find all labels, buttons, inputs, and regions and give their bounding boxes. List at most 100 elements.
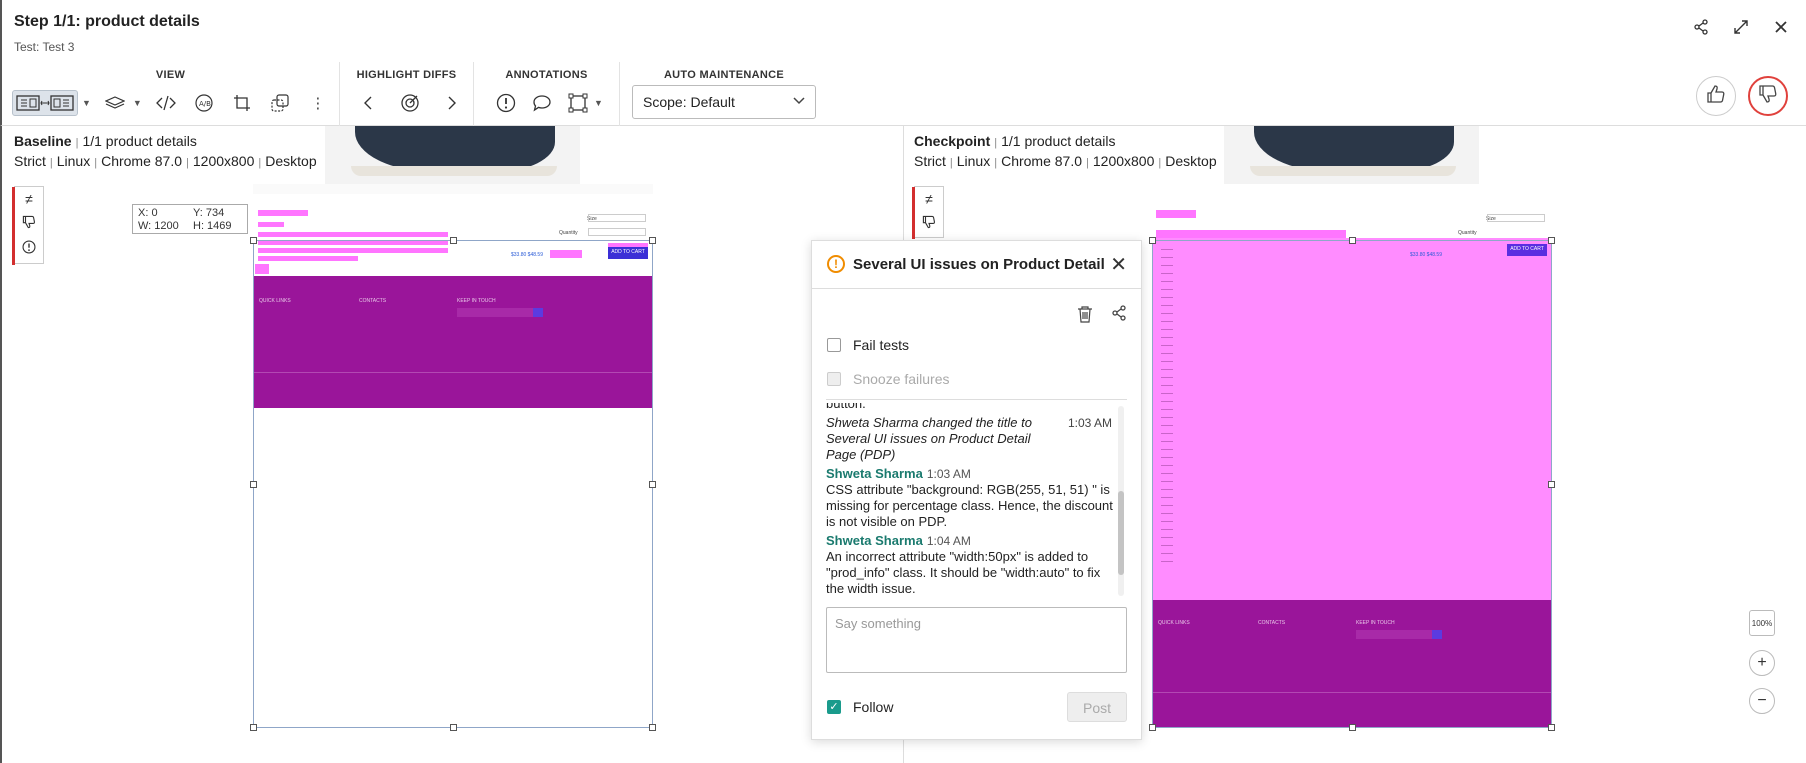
resize-handle[interactable] [1149,237,1156,244]
resize-handle[interactable] [450,724,457,731]
minus-icon: − [1757,692,1767,709]
share-icon[interactable] [1690,16,1712,38]
snooze-option: Snooze failures [827,371,950,387]
layers-icon[interactable] [101,90,129,116]
resize-handle[interactable] [1149,724,1156,731]
coord-y: Y: 734 [193,207,225,219]
scope-value: Scope: Default [643,94,735,110]
code-icon[interactable] [152,90,180,116]
thumbs-down-icon[interactable] [15,212,43,237]
fail-tests-option[interactable]: Fail tests [827,337,909,353]
resize-handle[interactable] [1548,481,1555,488]
zoom-fit-label: 100% [1751,618,1773,628]
diff-highlight [258,222,284,227]
zoom-fit-button[interactable]: 100% [1749,610,1775,636]
issue-title[interactable]: Several UI issues on Product Detail P [853,256,1105,273]
chevron-down-icon[interactable]: ▼ [594,98,603,108]
comment-thread[interactable]: button. Shweta Sharma changed the title … [826,403,1116,597]
system-comment-text: Shweta Sharma changed the title to Sever… [826,415,1032,462]
more-options-icon[interactable]: ⋮ [304,90,332,116]
region-coordinates-tooltip: X: 0 Y: 734 W: 1200 H: 1469 [132,204,248,234]
next-diff-icon[interactable] [438,90,466,116]
checkpoint-match: Strict [914,153,946,169]
chevron-down-icon[interactable]: ▼ [82,98,91,108]
comment-input[interactable]: Say something [826,607,1127,673]
side-by-side-icon[interactable] [12,90,78,116]
follow-option[interactable]: ✓ Follow [827,699,893,715]
follow-checkbox[interactable]: ✓ [827,700,841,714]
checkpoint-device: Desktop [1165,153,1217,169]
expand-icon[interactable] [1730,16,1752,38]
selection-region[interactable] [1152,240,1552,728]
user-comment: Shweta Sharma 1:03 AM CSS attribute "back… [826,466,1116,530]
crop-icon[interactable] [228,90,256,116]
coord-w: W: 1200 [138,220,179,232]
comment-time: 1:03 AM [926,467,971,481]
baseline-info: Baseline | 1/1 product details Strict | Linu… [14,133,317,169]
baseline-side-tools: ≠ [12,186,44,265]
zoom-out-button[interactable]: − [1749,688,1775,714]
baseline-match: Strict [14,153,46,169]
post-button[interactable]: Post [1067,692,1127,722]
highlight-icons [354,90,466,116]
svg-text:A/B: A/B [199,100,211,108]
delete-icon[interactable] [1077,305,1093,328]
resize-handle[interactable] [649,724,656,731]
resize-handle[interactable] [250,481,257,488]
not-equal-icon[interactable]: ≠ [15,187,43,212]
close-icon[interactable]: ✕ [1110,252,1127,277]
resize-handle[interactable] [649,481,656,488]
annotations-label: ANNOTATIONS [505,69,588,81]
issue-icon[interactable] [15,237,43,262]
scrollbar-thumb[interactable] [1118,491,1124,575]
resize-handle[interactable] [450,237,457,244]
resize-handle[interactable] [1548,237,1555,244]
comment-scrollbar[interactable] [1118,406,1124,596]
thumbs-up-button[interactable] [1696,76,1736,116]
chevron-down-icon[interactable]: ▼ [133,98,142,108]
comment-time: 1:04 AM [926,534,971,548]
warning-icon: ! [827,255,845,273]
previous-diff-icon[interactable] [354,90,382,116]
not-equal-icon[interactable]: ≠ [915,187,943,212]
share-icon[interactable] [1111,305,1127,328]
issue-icon[interactable] [492,90,520,116]
comment-author[interactable]: Shweta Sharma [826,466,923,481]
checkpoint-title: Checkpoint [914,133,991,149]
close-icon[interactable] [1770,16,1792,38]
thumbs-down-icon[interactable] [915,212,943,237]
dialog-tools [1077,305,1127,328]
coord-x: X: 0 [138,207,158,219]
follow-label: Follow [853,699,894,715]
thumbs-down-button[interactable] [1748,76,1788,116]
fail-tests-checkbox[interactable] [827,338,841,352]
region-select-icon[interactable] [564,90,592,116]
resize-handle[interactable] [250,237,257,244]
comment-author[interactable]: Shweta Sharma [826,533,923,548]
resize-handle[interactable] [1349,237,1356,244]
selection-region[interactable] [253,240,653,728]
diff-highlight [258,210,308,216]
zoom-in-button[interactable]: + [1749,650,1775,676]
checkpoint-browser: Chrome 87.0 [1001,153,1083,169]
scope-select[interactable]: Scope: Default [632,85,816,119]
plus-icon: + [1757,654,1767,671]
checkpoint-size: 1200x800 [1092,153,1155,169]
resize-handle[interactable] [1349,724,1356,731]
highlight-target-icon[interactable] [396,90,424,116]
comment-icon[interactable] [528,90,556,116]
resize-handle[interactable] [1548,724,1555,731]
snooze-checkbox [827,372,841,386]
baseline-title: Baseline [14,133,72,149]
user-comment: Shweta Sharma 1:04 AM An incorrect attrib… [826,533,1116,597]
compare-regions-icon[interactable] [266,90,294,116]
resize-handle[interactable] [250,724,257,731]
view-icons: ▼ ▼ A/B ⋮ [12,90,332,116]
coord-h: H: 1469 [193,220,232,232]
resize-handle[interactable] [649,237,656,244]
checkpoint-side-tools: ≠ [912,186,944,239]
header-bar: Step 1/1: product details Test: Test 3 [0,0,1806,62]
ab-test-icon[interactable]: A/B [190,90,218,116]
baseline-step: 1/1 product details [82,133,197,149]
product-image [325,126,580,184]
